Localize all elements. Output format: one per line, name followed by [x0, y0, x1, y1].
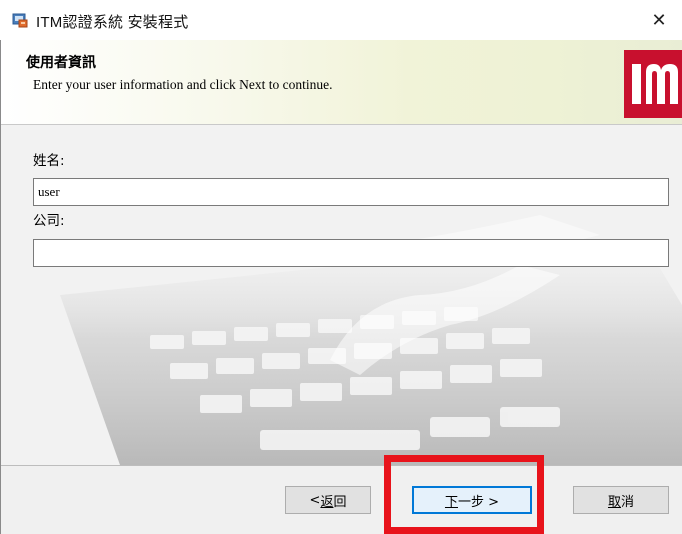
- wizard-body: 姓名: 公司:: [0, 125, 682, 465]
- page-title: 使用者資訊: [26, 55, 96, 71]
- next-hotkey: 下: [444, 494, 458, 510]
- back-prefix: <: [309, 492, 321, 508]
- next-button[interactable]: 下一步 >: [412, 486, 532, 514]
- page-subtitle: Enter your user information and click Ne…: [33, 77, 333, 92]
- close-button[interactable]: ✕: [636, 0, 682, 40]
- company-label: 公司:: [33, 213, 65, 229]
- window-border: [0, 40, 1, 534]
- back-button[interactable]: < 返回: [285, 486, 371, 514]
- cancel-rest: 消: [621, 494, 635, 510]
- back-hotkey: 返: [320, 494, 334, 510]
- installer-window: ITM認證系統 安裝程式 ✕ 使用者資訊 Enter your user inf…: [0, 0, 682, 534]
- back-rest: 回: [333, 494, 347, 510]
- title-bar[interactable]: ITM認證系統 安裝程式 ✕: [0, 0, 682, 40]
- company-input[interactable]: [33, 239, 669, 267]
- window-title: ITM認證系統 安裝程式: [36, 14, 189, 31]
- keyboard-background-image: [0, 125, 682, 465]
- installer-icon: [12, 13, 28, 28]
- name-label: 姓名:: [33, 153, 65, 169]
- wizard-footer: < 返回 下一步 > 取消: [0, 465, 682, 534]
- close-icon: ✕: [651, 9, 667, 30]
- itm-logo: [624, 50, 682, 118]
- name-input[interactable]: [33, 178, 669, 206]
- wizard-header: 使用者資訊 Enter your user information and cl…: [0, 40, 682, 125]
- cancel-button[interactable]: 取消: [573, 486, 669, 514]
- cancel-hotkey: 取: [607, 494, 621, 510]
- next-rest: 一步 >: [457, 494, 500, 510]
